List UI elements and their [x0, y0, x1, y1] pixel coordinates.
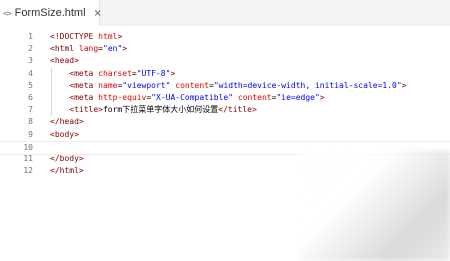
code-text: <meta http-equiv="X-UA-Compatible" conte… [50, 92, 325, 104]
code-token: form下拉菜单字体大小如何设置 [102, 105, 219, 115]
code-text: <html lang="en"> [50, 43, 127, 55]
code-token: "en" [103, 44, 123, 54]
line-number: 2 [28, 44, 33, 54]
code-token: <title> [69, 105, 103, 115]
code-text: <!DOCTYPE html> [50, 31, 122, 43]
code-line[interactable]: 5 <meta name="viewport" content="width=d… [0, 80, 450, 92]
code-token: <!DOCTYPE [50, 32, 99, 41]
code-line[interactable]: 8 </head> [0, 116, 450, 128]
code-token: > [319, 93, 325, 102]
line-number: 11 [23, 154, 33, 163]
line-number: 5 [28, 80, 33, 90]
code-token: lang [78, 44, 99, 54]
code-text: </body> [50, 153, 84, 165]
code-line[interactable]: 1 <!DOCTYPE html> [0, 31, 450, 43]
code-token: "ie=edge" [276, 93, 320, 102]
blurred-region [300, 150, 450, 261]
close-icon[interactable]: × [94, 8, 102, 19]
line-number: 10 [23, 142, 33, 152]
code-line[interactable]: 3 <head> [0, 55, 450, 67]
code-token: "X-UA-Compatible" [151, 93, 234, 102]
tab-label: FormSize.html [14, 7, 86, 19]
line-number: 9 [28, 129, 33, 139]
tab-formsize-html[interactable]: <> FormSize.html × [0, 0, 102, 26]
code-text: <body> [50, 129, 79, 141]
code-token: "viewport" [122, 80, 171, 90]
code-token: </html> [50, 166, 84, 176]
code-token: name [98, 80, 118, 90]
code-token: </body> [50, 154, 84, 163]
code-text: <meta charset="UTF-8"> [50, 68, 175, 80]
line-number: 8 [28, 117, 33, 127]
code-line[interactable]: 6 <meta http-equiv="X-UA-Compatible" con… [0, 92, 450, 104]
code-token: <head> [50, 56, 79, 66]
code-line[interactable]: 9 <body> [0, 129, 450, 141]
code-token: > [122, 44, 128, 54]
code-token: > [401, 80, 407, 90]
code-token: charset [98, 68, 132, 78]
code-token: html [98, 32, 118, 41]
code-token: <body> [50, 129, 79, 139]
html-file-icon: <> [3, 8, 12, 18]
code-token: content [175, 80, 209, 90]
line-number: 3 [28, 56, 33, 66]
code-token: http-equiv [98, 93, 147, 102]
code-token: content [237, 93, 272, 102]
code-token: </title> [218, 105, 257, 115]
code-token: <meta [69, 80, 99, 90]
line-number: 7 [28, 105, 33, 115]
code-token: "width=device-width, initial-scale=1.0" [213, 80, 402, 90]
code-token: "UTF-8" [136, 68, 171, 78]
code-token: <meta [69, 93, 99, 102]
code-token: > [117, 32, 123, 41]
line-number: 1 [28, 32, 33, 41]
tab-bar: <> FormSize.html × [0, 0, 450, 26]
code-text: </head> [50, 116, 84, 128]
code-line[interactable]: 7 <title>form下拉菜单字体大小如何设置</title> [0, 104, 450, 116]
line-number: 6 [28, 93, 33, 102]
code-token: > [170, 68, 176, 78]
indent-guide [51, 67, 52, 117]
code-line[interactable]: 2 <html lang="en"> [0, 43, 450, 55]
code-line[interactable]: 4 <meta charset="UTF-8"> [0, 68, 450, 80]
code-token: <meta [69, 68, 99, 78]
line-number: 12 [23, 166, 33, 176]
code-text: <head> [50, 55, 79, 67]
line-number: 4 [28, 68, 33, 78]
code-text: </html> [50, 165, 84, 177]
code-token: </head> [50, 117, 84, 127]
code-text: <meta name="viewport" content="width=dev… [50, 80, 406, 92]
code-text: <title>form下拉菜单字体大小如何设置</title> [50, 104, 257, 116]
code-token: <html [50, 44, 79, 54]
